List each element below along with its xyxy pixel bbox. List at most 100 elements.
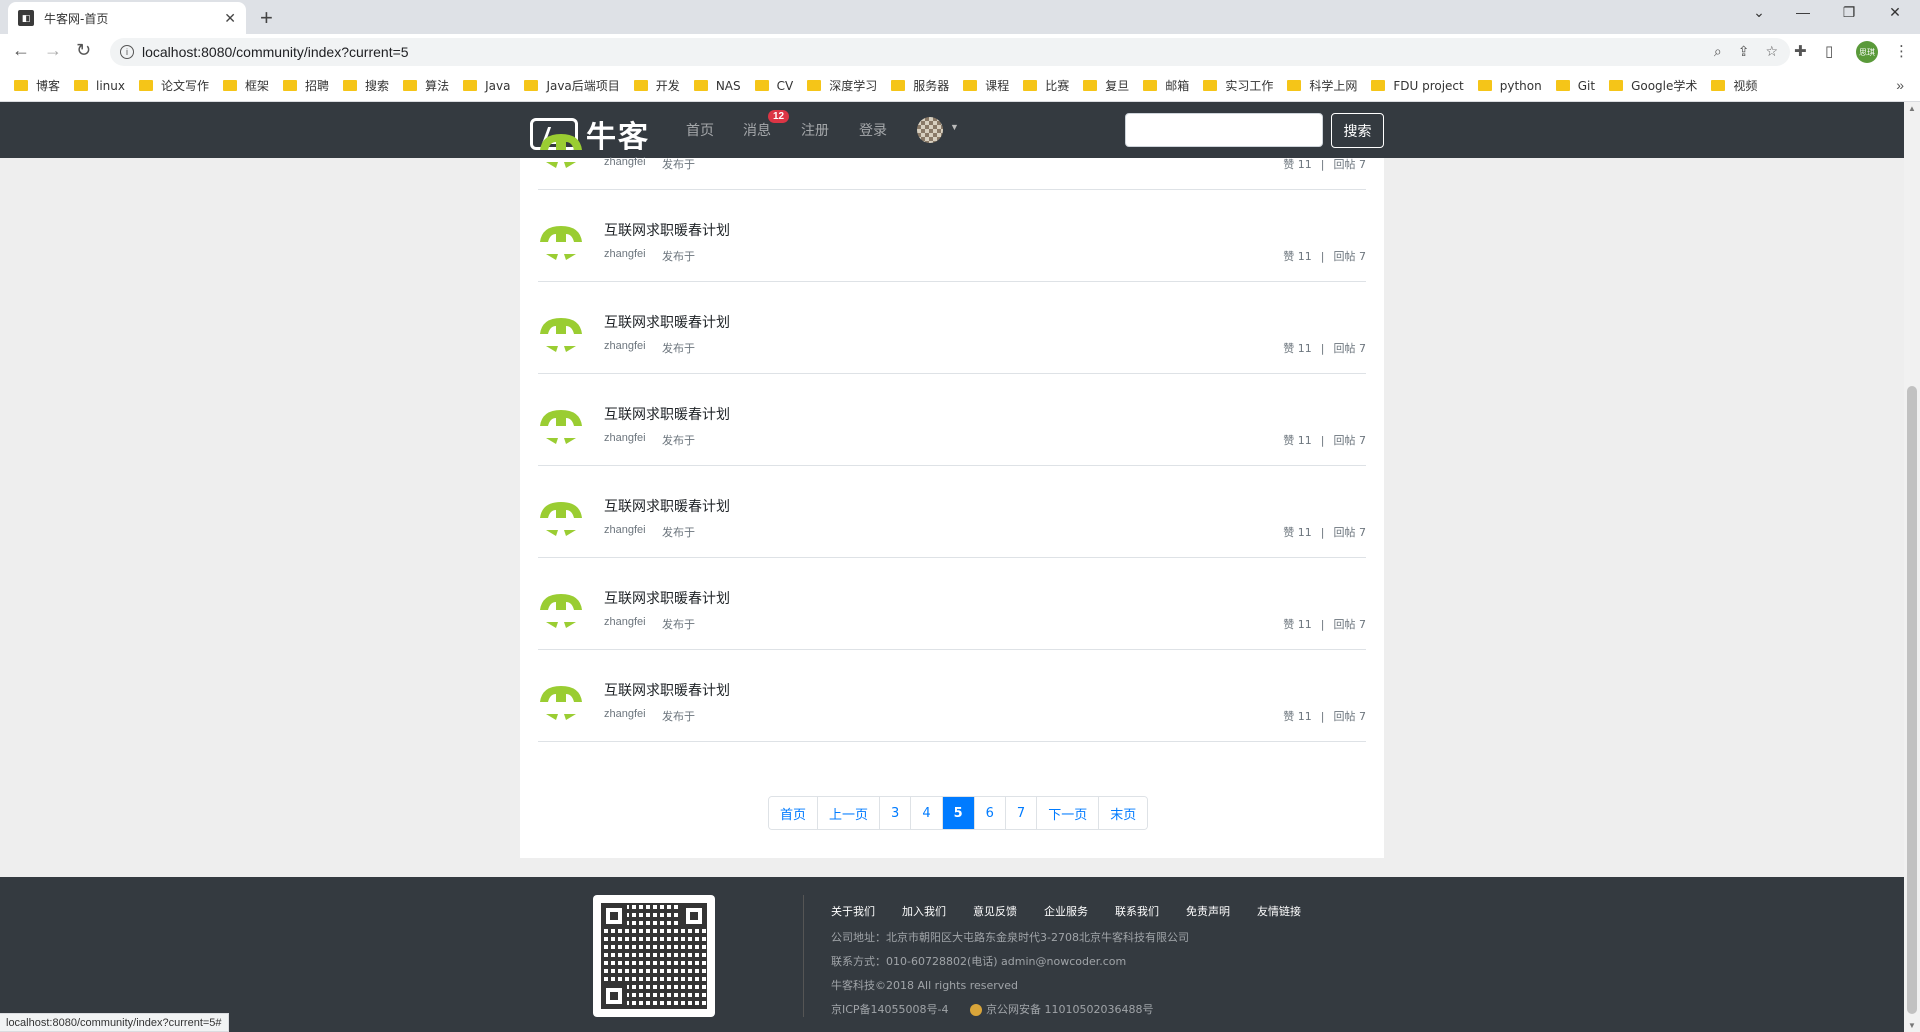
- post-author: zhangfei: [604, 156, 646, 168]
- profile-avatar[interactable]: 思琪: [1856, 41, 1878, 63]
- footer-link[interactable]: 友情链接: [1257, 903, 1301, 919]
- scroll-down-icon[interactable]: ▼: [1908, 1021, 1916, 1030]
- post-title[interactable]: 互联网求职暖春计划: [604, 220, 730, 240]
- back-icon[interactable]: ←: [12, 40, 30, 61]
- close-tab-icon[interactable]: ✕: [224, 10, 236, 27]
- bookmark-item[interactable]: Google学术: [1609, 77, 1697, 94]
- bookmark-item[interactable]: 论文写作: [139, 77, 209, 94]
- post-avatar[interactable]: [538, 680, 584, 726]
- bookmark-item[interactable]: 招聘: [283, 77, 329, 94]
- status-bar: localhost:8080/community/index?current=5…: [0, 1013, 229, 1032]
- reload-icon[interactable]: ↻: [76, 40, 91, 61]
- post-title[interactable]: 互联网求职暖春计划: [604, 404, 730, 424]
- footer-link[interactable]: 联系我们: [1115, 903, 1159, 919]
- folder-icon: [633, 80, 648, 91]
- post-avatar[interactable]: [538, 220, 584, 266]
- scroll-up-icon[interactable]: ▲: [1908, 104, 1916, 113]
- bookmark-item[interactable]: 博客: [14, 77, 60, 94]
- bookmark-label: 招聘: [305, 79, 330, 93]
- bookmark-item[interactable]: Java: [463, 79, 510, 93]
- bookmark-item[interactable]: NAS: [693, 79, 741, 93]
- page-link[interactable]: 6: [974, 797, 1006, 829]
- bookmark-item[interactable]: 搜索: [343, 77, 389, 94]
- address-bar[interactable]: i localhost:8080/community/index?current…: [110, 38, 1790, 66]
- page-link[interactable]: 末页: [1099, 797, 1148, 829]
- post-published: 发布于: [662, 434, 695, 447]
- folder-icon: [1203, 80, 1218, 91]
- folder-icon: [463, 80, 478, 91]
- bookmark-item[interactable]: 开发: [633, 77, 680, 94]
- post-avatar[interactable]: [538, 404, 584, 450]
- post-avatar[interactable]: [538, 128, 584, 174]
- bookmark-item[interactable]: 视频: [1711, 77, 1757, 94]
- bookmark-item[interactable]: 算法: [403, 77, 449, 94]
- post-avatar[interactable]: [538, 312, 584, 358]
- forward-icon[interactable]: →: [44, 40, 62, 61]
- minimize-icon[interactable]: —: [1780, 4, 1826, 20]
- bookmark-item[interactable]: linux: [74, 79, 125, 93]
- page-link[interactable]: 上一页: [818, 797, 881, 829]
- post-title[interactable]: 互联网求职暖春计划: [604, 680, 730, 700]
- share-icon[interactable]: ⇪: [1738, 43, 1750, 60]
- page-link[interactable]: 下一页: [1037, 797, 1100, 829]
- footer-link[interactable]: 企业服务: [1044, 903, 1088, 919]
- page-link[interactable]: 4: [911, 797, 943, 829]
- bookmark-item[interactable]: Git: [1555, 79, 1595, 93]
- page-link[interactable]: 3: [880, 797, 912, 829]
- bookmark-item[interactable]: python: [1477, 79, 1542, 93]
- post-author: zhangfei: [604, 248, 646, 260]
- bookmark-label: 视频: [1733, 79, 1758, 93]
- menu-icon[interactable]: ⋮: [1894, 42, 1909, 60]
- footer-link[interactable]: 免责声明: [1186, 903, 1230, 919]
- zoom-icon[interactable]: ⌕: [1714, 43, 1722, 60]
- close-window-icon[interactable]: ✕: [1872, 4, 1918, 21]
- bookmark-item[interactable]: Java后端项目: [524, 77, 620, 94]
- tab-search-icon[interactable]: ⌄: [1736, 4, 1782, 21]
- bookmark-item[interactable]: 科学上网: [1287, 77, 1357, 94]
- page-link[interactable]: 5: [942, 797, 975, 829]
- post-published: 发布于: [662, 158, 695, 171]
- post-author: zhangfei: [604, 524, 646, 536]
- post-title[interactable]: 互联网求职暖春计划: [604, 588, 730, 608]
- bookmark-item[interactable]: 服务器: [891, 77, 949, 94]
- post-stats: 赞 11 | 回帖 7: [1283, 156, 1366, 172]
- bookmark-item[interactable]: FDU project: [1371, 79, 1464, 93]
- bookmark-label: 搜索: [365, 79, 390, 93]
- post-avatar[interactable]: [538, 588, 584, 634]
- side-panel-icon[interactable]: ▯: [1825, 42, 1833, 60]
- folder-icon: [14, 80, 28, 91]
- footer-link[interactable]: 加入我们: [902, 903, 946, 919]
- bookmark-item[interactable]: 比赛: [1023, 77, 1069, 94]
- bookmark-item[interactable]: 框架: [223, 77, 269, 94]
- footer-link[interactable]: 意见反馈: [973, 903, 1017, 919]
- post-author: zhangfei: [604, 616, 646, 628]
- police-record[interactable]: 京公网安备 11010502036488号: [986, 1003, 1153, 1016]
- post-avatar[interactable]: [538, 496, 584, 542]
- page-link[interactable]: 首页: [769, 797, 819, 829]
- icp-number[interactable]: 京ICP备14055008号-4: [831, 1003, 949, 1016]
- folder-icon: [74, 80, 89, 91]
- bookmark-label: 深度学习: [829, 79, 878, 93]
- post-replies: 回帖 7: [1333, 618, 1367, 631]
- extensions-icon[interactable]: ✚: [1794, 42, 1807, 60]
- bookmark-item[interactable]: 深度学习: [807, 77, 877, 94]
- bookmark-item[interactable]: 复旦: [1083, 77, 1129, 94]
- site-info-icon[interactable]: i: [120, 45, 134, 59]
- post-title[interactable]: 互联网求职暖春计划: [604, 496, 730, 516]
- bookmark-item[interactable]: CV: [754, 79, 793, 93]
- bookmark-item[interactable]: 实习工作: [1203, 77, 1273, 94]
- browser-tab[interactable]: ◧ 牛客网-首页 ✕: [8, 2, 246, 34]
- scroll-thumb[interactable]: [1907, 386, 1917, 1014]
- bookmark-star-icon[interactable]: ☆: [1765, 43, 1778, 60]
- post-title[interactable]: 互联网求职暖春计划: [604, 312, 730, 332]
- footer-link[interactable]: 关于我们: [831, 903, 875, 919]
- bookmarks-overflow-icon[interactable]: »: [1896, 77, 1904, 93]
- new-tab-icon[interactable]: +: [260, 5, 273, 31]
- bookmark-item[interactable]: 邮箱: [1143, 77, 1189, 94]
- restore-icon[interactable]: ❐: [1826, 4, 1872, 21]
- folder-icon: [223, 80, 238, 91]
- page-link[interactable]: 7: [1005, 797, 1038, 829]
- page-scrollbar[interactable]: ▲ ▼: [1904, 102, 1920, 1032]
- bookmark-item[interactable]: 课程: [963, 77, 1009, 94]
- pagination: 首页 上一页 3 4 5 6 7 下一页 末页: [768, 796, 1149, 830]
